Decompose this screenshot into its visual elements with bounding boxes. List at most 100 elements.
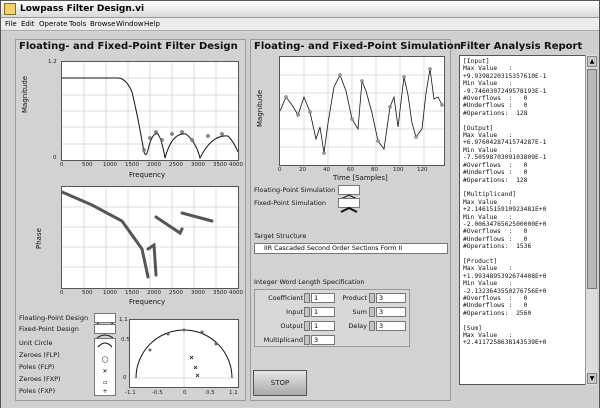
pole-zero-plot [129,319,239,388]
mag-xtick-2: 1000 [103,162,117,168]
sim-xtick-2: 40 [323,167,330,173]
sum-field[interactable]: 3 [376,307,406,317]
labview-window: Lowpass Filter Design.vi File Edit Opera… [0,0,600,408]
input-field[interactable]: 1 [311,307,335,317]
sim-ylabel: Magnitude [256,89,264,127]
simulation-title: Floating- and Fixed-Point Simulation [254,41,461,52]
product-spinner[interactable] [369,293,375,303]
pz-xtick-2: 0 [183,390,187,396]
legend-floating-design: Floating-Point Design [19,314,89,322]
legend-swatch-fixed[interactable] [94,324,116,339]
sim-xtick-1: 20 [299,167,306,173]
sum-spinner[interactable] [369,307,375,317]
coefficient-field[interactable]: 1 [311,293,335,303]
mag-xtick-0: 0 [60,162,64,168]
multiplicand-spinner[interactable] [304,335,310,345]
target-structure-label: Target Structure [254,232,307,240]
pz-ytick-zero: 0 [123,375,127,381]
legend-fixed-design: Fixed-Point Design [19,325,79,333]
menu-tools[interactable]: Tools [69,18,86,31]
pz-xtick-3: 0.5 [206,390,215,396]
simulation-plot [279,56,445,166]
menu-edit[interactable]: Edit [21,18,35,31]
mag-xtick-4: 2000 [147,162,161,168]
pz-legend-swatches[interactable]: ◯ ✕ ▫ + [94,338,116,396]
delay-field[interactable]: 3 [376,321,406,331]
menu-file[interactable]: File [5,18,17,31]
input-label: Input [286,308,303,316]
sim-xtick-5: 100 [393,167,404,173]
sim-legend-swatch-fixed[interactable] [338,198,360,213]
output-spinner[interactable] [304,321,310,331]
sim-legend-swatch-float[interactable] [338,185,360,200]
mag-ytick-top: 1.2 [48,59,57,65]
pz-legend-poles-flp: Poles (FLP) [19,363,55,371]
sim-xlabel: Time [Samples] [333,174,388,182]
pz-legend-zeroes-flp: Zeroes (FLP) [19,351,60,359]
magnitude-xlabel: Frequency [129,171,166,179]
phase-xlabel: Frequency [129,298,166,306]
window-title: Lowpass Filter Design.vi [20,4,145,14]
legend-swatch-float[interactable] [94,313,116,327]
menu-window[interactable]: Window [116,18,144,31]
sum-label: Sum [352,308,367,316]
product-field[interactable]: 3 [376,293,406,303]
phase-xtick-5: 2500 [169,290,183,296]
simulation-chart [279,57,444,165]
scroll-thumb[interactable] [587,69,597,289]
pole-zero-chart [130,320,238,387]
svg-text:◯: ◯ [102,356,109,363]
sim-xtick-0: 0 [278,167,282,173]
design-title: Floating- and Fixed-Point Filter Design [19,41,238,52]
pz-xtick-1: -0.5 [152,390,163,396]
pz-legend-zeroes-fxp: Zeroes (FXP) [19,375,61,383]
iwl-label: Integer Word Length Specification [254,278,365,286]
target-structure-select[interactable]: IIR Cascaded Second Order Sections Form … [254,243,448,254]
menu-operate[interactable]: Operate [39,18,67,31]
multiplicand-label: Multiplicand [263,336,303,344]
title-bar: Lowpass Filter Design.vi [1,1,599,18]
stop-button[interactable]: STOP [253,370,307,396]
phase-xtick-2: 1000 [103,290,117,296]
mag-xtick-7: 3500 [213,162,227,168]
magnitude-plot [61,61,239,161]
delay-spinner[interactable] [369,321,375,331]
output-field[interactable]: 1 [311,321,335,331]
input-spinner[interactable] [304,307,310,317]
mag-xtick-1: 500 [82,162,93,168]
menu-help[interactable]: Help [144,18,160,31]
scroll-up-icon[interactable]: ▲ [587,56,597,67]
multiplicand-field[interactable]: 3 [311,335,335,345]
mag-xtick-5: 2500 [169,162,183,168]
mag-xtick-8: 4000 [229,162,243,168]
sim-xtick-4: 80 [371,167,378,173]
pz-legend-poles-fxp: Poles (FXP) [19,387,56,395]
mag-xtick-6: 3000 [191,162,205,168]
phase-xtick-0: 0 [60,290,64,296]
magnitude-chart [62,62,238,160]
pz-ytick-mid: 0.5 [121,337,130,343]
coefficient-spinner[interactable] [304,293,310,303]
report-text: [Input] Max Value : +9.9398220315357610E… [463,58,547,347]
pz-xtick-4: 1.1 [229,390,238,396]
mag-ytick-bottom: 0 [53,155,57,161]
pz-legend-unit-circle: Unit Circle [19,339,53,347]
scroll-down-icon[interactable]: ▼ [587,373,597,384]
phase-xtick-8: 4000 [229,290,243,296]
phase-xtick-6: 3000 [191,290,205,296]
legend-floating-sim: Floating-Point Simulation [254,186,336,194]
report-scrollbar[interactable]: ▲ ▼ [585,55,597,385]
svg-text:▫: ▫ [103,379,107,386]
phase-chart [62,187,238,288]
mag-xtick-3: 1500 [125,162,139,168]
menu-browse[interactable]: Browse [90,18,116,31]
pz-ytick-top: 1.1 [119,317,128,323]
phase-xtick-3: 1500 [125,290,139,296]
menu-bar: File Edit Operate Tools Browse Window He… [1,18,599,31]
magnitude-ylabel: Magnitude [21,75,29,113]
analysis-report[interactable]: [Input] Max Value : +9.9398220315357610E… [459,55,597,385]
svg-text:✕: ✕ [102,368,107,375]
sim-xtick-6: 120 [417,167,428,173]
svg-text:+: + [102,388,107,395]
output-label: Output [280,322,303,330]
